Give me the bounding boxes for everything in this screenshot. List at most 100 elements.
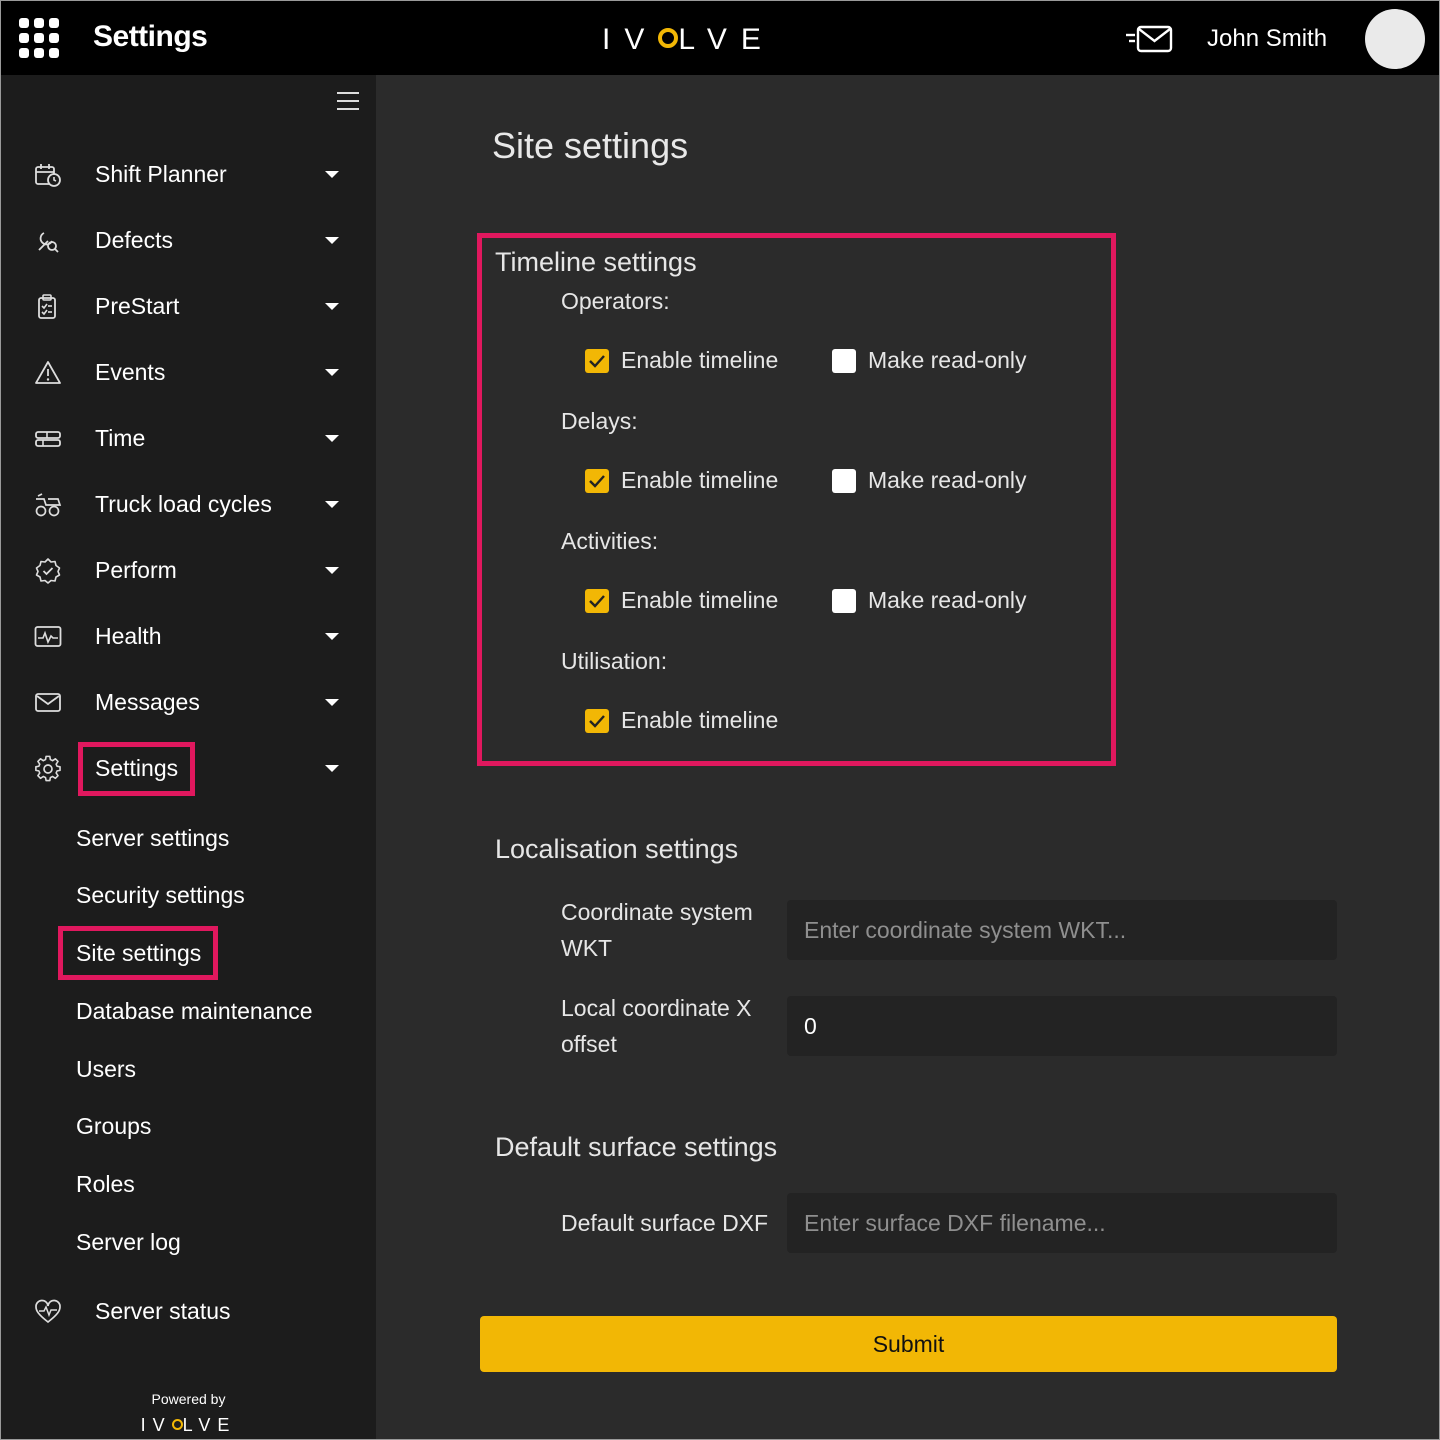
sidebar-item-prestart[interactable]: PreStart [1,281,376,331]
delays-enable-checkbox[interactable] [585,469,609,493]
localisation-settings-title: Localisation settings [495,834,739,864]
operators-label: Operators: [561,288,670,314]
avatar[interactable] [1365,9,1425,69]
heart-pulse-icon [35,1299,61,1324]
user-name[interactable]: John Smith [1207,25,1327,53]
highlight-box-settings [78,742,195,796]
powered-by-label: Powered by [151,1391,226,1407]
x-offset-label-line2: offset [561,1031,617,1057]
activities-readonly-checkbox[interactable] [832,589,856,613]
brand-logo-ring-icon [171,1418,183,1430]
sidebar-item-label: PreStart [95,293,180,319]
utilisation-enable-checkbox[interactable] [585,709,609,733]
check-icon [589,355,605,368]
brand-logo-left: IV [602,23,659,56]
caret-down-icon[interactable] [325,237,339,244]
delays-enable-label[interactable]: Enable timeline [621,467,778,494]
timeline-settings-title: Timeline settings [495,247,697,277]
delays-readonly-label[interactable]: Make read-only [868,467,1027,494]
default-surface-dxf-label: Default surface DXF [561,1210,769,1236]
check-icon [589,715,605,728]
caret-down-icon[interactable] [325,171,339,178]
sidebar-subitem-users[interactable]: Users [76,1056,136,1083]
envelope-icon[interactable] [1125,23,1175,55]
default-surface-dxf-input[interactable] [787,1193,1337,1253]
sidebar-item-shift-planner[interactable]: Shift Planner [1,149,376,199]
powered-by-logo: IV LVE [1,1415,376,1436]
gear-icon [35,755,61,782]
brand-logo: IV LVE [602,23,775,57]
powered-logo-right: LVE [182,1415,237,1435]
sidebar-item-defects[interactable]: Defects [1,215,376,265]
sidebar: Shift Planner Defects PreStart Events Ti… [1,75,376,1439]
brand-logo-right: LVE [678,23,775,56]
page-title: Site settings [492,125,689,166]
x-offset-label: Local coordinate X offset [561,990,752,1062]
caret-down-icon[interactable] [325,765,339,772]
calendar-clock-icon [35,164,61,187]
utilisation-enable-label[interactable]: Enable timeline [621,707,778,734]
coordinate-system-wkt-input[interactable] [787,900,1337,960]
sidebar-item-events[interactable]: Events [1,347,376,397]
sidebar-subitem-server-log[interactable]: Server log [76,1229,181,1256]
sidebar-subitem-roles[interactable]: Roles [76,1171,135,1198]
activities-readonly-label[interactable]: Make read-only [868,587,1027,614]
caret-down-icon[interactable] [325,435,339,442]
operators-readonly-label[interactable]: Make read-only [868,347,1027,374]
envelope-icon [35,693,61,712]
sidebar-item-label: Time [95,425,146,451]
sidebar-item-label: Server status [95,1298,231,1324]
submit-button[interactable]: Submit [480,1316,1337,1372]
caret-down-icon[interactable] [325,303,339,310]
badge-check-icon [35,558,61,584]
activities-enable-checkbox[interactable] [585,589,609,613]
sidebar-item-messages[interactable]: Messages [1,677,376,727]
sidebar-subitem-server-settings[interactable]: Server settings [76,825,229,852]
apps-grid-icon[interactable] [19,18,59,58]
x-offset-label-line1: Local coordinate X [561,995,752,1021]
hamburger-menu-icon[interactable] [337,92,359,110]
operators-enable-label[interactable]: Enable timeline [621,347,778,374]
top-bar: Settings IV LVE John Smith [1,1,1439,75]
caret-down-icon[interactable] [325,633,339,640]
delays-readonly-checkbox[interactable] [832,469,856,493]
activities-label: Activities: [561,528,659,554]
sidebar-item-label: Defects [95,227,173,253]
sidebar-item-server-status[interactable]: Server status [1,1286,376,1336]
sidebar-item-health[interactable]: Health [1,611,376,661]
sidebar-item-truck-load-cycles[interactable]: Truck load cycles [1,479,376,529]
highlight-box-site-settings [58,926,218,980]
caret-down-icon[interactable] [325,567,339,574]
operators-enable-checkbox[interactable] [585,349,609,373]
utilisation-label: Utilisation: [561,648,668,674]
caret-down-icon[interactable] [325,501,339,508]
x-offset-input[interactable] [787,996,1337,1056]
clipboard-check-icon [38,294,56,319]
sidebar-item-label: Perform [95,557,177,583]
coordinate-system-wkt-label: Coordinate system WKT [561,894,753,966]
sidebar-item-time[interactable]: Time [1,413,376,463]
activities-enable-label[interactable]: Enable timeline [621,587,778,614]
check-icon [589,475,605,488]
default-surface-settings-title: Default surface settings [495,1132,778,1162]
sidebar-item-label: Health [95,623,162,649]
brand-logo-ring-icon [658,28,679,49]
sidebar-subitem-groups[interactable]: Groups [76,1113,151,1140]
caret-down-icon[interactable] [325,369,339,376]
sidebar-item-label: Messages [95,689,200,715]
sidebar-item-label: Shift Planner [95,161,227,187]
sidebar-subitem-database-maintenance[interactable]: Database maintenance [76,998,313,1025]
warning-triangle-icon [35,361,61,384]
caret-down-icon[interactable] [325,699,339,706]
pulse-monitor-icon [34,626,62,647]
app-title: Settings [93,20,208,53]
powered-logo-left: IV [140,1415,172,1435]
sidebar-subitem-security-settings[interactable]: Security settings [76,882,245,909]
operators-readonly-checkbox[interactable] [832,349,856,373]
delays-label: Delays: [561,408,638,434]
check-icon [589,595,605,608]
sidebar-item-perform[interactable]: Perform [1,545,376,595]
sidebar-item-label: Events [95,359,166,385]
truck-cycle-icon [35,493,62,517]
coordinate-system-wkt-label-line1: Coordinate system [561,899,753,925]
